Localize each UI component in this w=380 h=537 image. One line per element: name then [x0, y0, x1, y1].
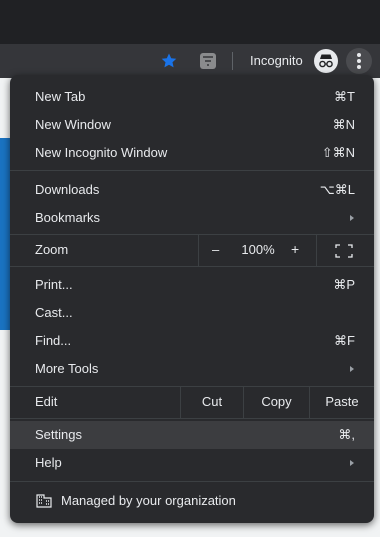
zoom-out-button[interactable]: – — [212, 242, 219, 257]
menu-item-label: Print... — [35, 277, 73, 292]
menu-item-label: Cast... — [35, 305, 73, 320]
menu-item-shortcut: ⌘T — [334, 89, 355, 104]
submenu-arrow-icon — [350, 215, 354, 221]
incognito-spy-icon[interactable] — [314, 49, 338, 73]
menu-item-shortcut: ⇧⌘N — [321, 145, 355, 160]
menu-item-label: Find... — [35, 333, 72, 348]
menu-divider — [10, 418, 374, 419]
menu-item-bookmarks[interactable]: Bookmarks — [10, 204, 374, 232]
menu-item-settings[interactable]: Settings ⌘, — [10, 421, 374, 449]
managed-label: Managed by your organization — [61, 493, 236, 508]
incognito-label[interactable]: Incognito — [250, 53, 303, 68]
menu-item-label: New Incognito Window — [35, 145, 168, 160]
menu-item-new-tab[interactable]: New Tab ⌘T — [10, 83, 374, 111]
submenu-arrow-icon — [350, 366, 354, 372]
menu-item-shortcut: ⌘, — [338, 427, 355, 442]
menu-item-shortcut: ⌘N — [332, 117, 355, 132]
edit-label: Edit — [35, 394, 58, 409]
menu-item-new-incognito-window[interactable]: New Incognito Window ⇧⌘N — [10, 139, 374, 167]
menu-item-label: Help — [35, 455, 62, 470]
menu-item-shortcut: ⌘P — [333, 277, 355, 292]
menu-item-label: New Window — [35, 117, 111, 132]
zoom-label: Zoom — [35, 242, 69, 257]
submenu-arrow-icon — [350, 460, 354, 466]
browser-toolbar: Incognito — [0, 44, 380, 78]
menu-item-managed[interactable]: Managed by your organization — [10, 485, 374, 517]
menu-item-new-window[interactable]: New Window ⌘N — [10, 111, 374, 139]
menu-item-label: New Tab — [35, 89, 86, 104]
kebab-menu-icon[interactable] — [346, 48, 372, 74]
fullscreen-icon[interactable] — [335, 244, 353, 258]
menu-divider — [10, 266, 374, 267]
cut-button[interactable]: Cut — [180, 386, 243, 418]
zoom-level: 100% — [241, 242, 275, 257]
paste-button[interactable]: Paste — [309, 386, 374, 418]
star-icon[interactable] — [159, 51, 179, 71]
edit-row: Edit Cut Copy Paste — [10, 386, 374, 418]
browser-menu: New Tab ⌘T New Window ⌘N New Incognito W… — [10, 75, 374, 523]
copy-button[interactable]: Copy — [243, 386, 309, 418]
menu-item-label: Bookmarks — [35, 210, 101, 225]
menu-item-shortcut: ⌥⌘L — [319, 182, 355, 197]
menu-divider — [10, 170, 374, 171]
menu-item-label: More Tools — [35, 361, 99, 376]
menu-item-help[interactable]: Help — [10, 449, 374, 477]
menu-item-cast[interactable]: Cast... — [10, 299, 374, 327]
toolbar-divider — [232, 52, 233, 70]
menu-item-print[interactable]: Print... ⌘P — [10, 271, 374, 299]
menu-divider — [10, 481, 374, 482]
menu-item-shortcut: ⌘F — [334, 333, 355, 348]
menu-item-downloads[interactable]: Downloads ⌥⌘L — [10, 176, 374, 204]
menu-item-label: Settings — [35, 427, 82, 442]
window-titlebar — [0, 0, 380, 44]
menu-item-more-tools[interactable]: More Tools — [10, 355, 374, 383]
menu-item-find[interactable]: Find... ⌘F — [10, 327, 374, 355]
menu-item-label: Downloads — [35, 182, 100, 197]
zoom-in-button[interactable]: + — [291, 241, 299, 257]
extension-filter-icon[interactable] — [200, 53, 216, 69]
zoom-row: Zoom – 100% + — [10, 234, 374, 266]
building-icon — [36, 493, 52, 508]
